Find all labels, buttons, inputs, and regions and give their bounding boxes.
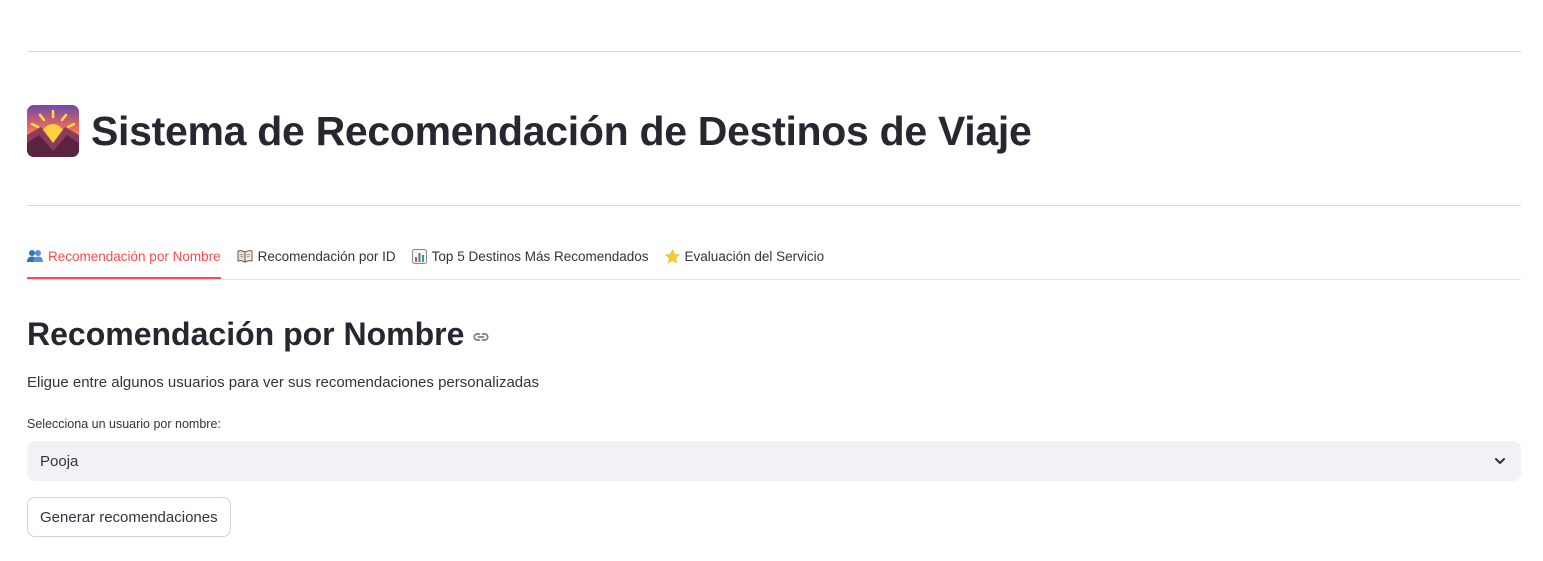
section-description: Eligue entre algunos usuarios para ver s… bbox=[27, 374, 539, 391]
tab-recomendacion-por-id[interactable]: Recomendación por ID bbox=[237, 240, 396, 279]
tab-label: Top 5 Destinos Más Recomendados bbox=[431, 249, 649, 264]
tab-label: Recomendación por ID bbox=[257, 249, 396, 264]
tab-label: Recomendación por Nombre bbox=[48, 249, 221, 264]
tab-top-5-destinos[interactable]: Top 5 Destinos Más Recomendados bbox=[411, 240, 649, 279]
tab-bar: Recomendación por Nombre Recomendación p… bbox=[27, 240, 1521, 280]
top-divider bbox=[27, 51, 1521, 52]
app-page: Sistema de Recomendación de Destinos de … bbox=[0, 0, 1543, 561]
sunrise-over-mountains-icon bbox=[27, 105, 79, 157]
tab-recomendacion-por-nombre[interactable]: Recomendación por Nombre bbox=[27, 240, 221, 279]
user-name-select[interactable]: Pooja bbox=[27, 441, 1521, 481]
tab-label: Evaluación del Servicio bbox=[684, 249, 825, 264]
select-value: Pooja bbox=[40, 452, 79, 470]
generate-recommendations-button[interactable]: Generar recomendaciones bbox=[27, 497, 231, 537]
tab-evaluacion-del-servicio[interactable]: Evaluación del Servicio bbox=[664, 240, 825, 279]
page-title: Sistema de Recomendación de Destinos de … bbox=[91, 107, 1032, 154]
select-label: Selecciona un usuario por nombre: bbox=[27, 417, 221, 431]
page-header: Sistema de Recomendación de Destinos de … bbox=[27, 104, 1032, 158]
star-icon bbox=[664, 249, 680, 264]
link-icon[interactable] bbox=[472, 328, 490, 346]
section-heading: Recomendación por Nombre bbox=[27, 312, 490, 356]
header-divider bbox=[27, 205, 1521, 206]
people-icon bbox=[27, 249, 43, 263]
section-title: Recomendación por Nombre bbox=[27, 315, 465, 352]
chevron-down-icon[interactable] bbox=[1493, 454, 1507, 468]
bar-chart-icon bbox=[411, 249, 427, 264]
open-book-icon bbox=[237, 249, 253, 263]
